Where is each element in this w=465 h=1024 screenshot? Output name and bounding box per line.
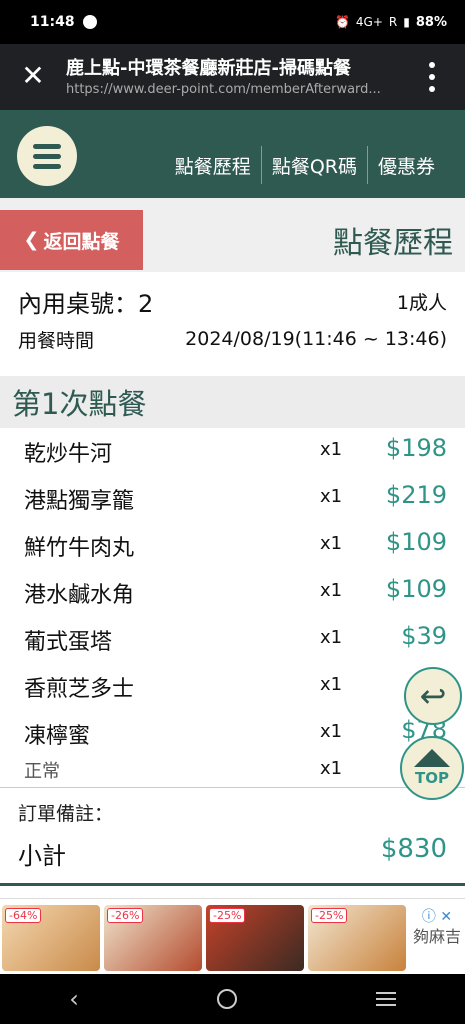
ad-image[interactable]: -25%: [206, 905, 304, 971]
nav-order-history[interactable]: 點餐歷程: [175, 152, 251, 179]
list-item: 港水鹹水角 x1 $109: [0, 569, 465, 616]
list-item: 港點獨享籠 x1 $219: [0, 475, 465, 522]
item-name: 港點獨享籠: [24, 489, 135, 514]
item-name: 凍檸蜜: [24, 724, 91, 749]
list-item: 鮮竹牛肉丸 x1 $109: [0, 522, 465, 569]
list-item: 葡式蛋塔 x1 $39: [0, 616, 465, 663]
network-type: 4G+: [355, 15, 383, 29]
item-qty: x1: [320, 627, 343, 648]
item-price: $39: [401, 622, 447, 650]
item-qty: x1: [320, 580, 343, 601]
item-name: 乾炒牛河: [24, 442, 113, 467]
ad-brand-text: 夠麻吉: [412, 927, 461, 946]
ad-image[interactable]: -26%: [104, 905, 202, 971]
discount-badge: -25%: [209, 908, 246, 923]
ad-image[interactable]: -25%: [308, 905, 406, 971]
item-price: $219: [385, 481, 447, 509]
status-time: 11:48: [30, 14, 75, 30]
item-qty: x1: [320, 486, 343, 507]
discount-badge: -25%: [311, 908, 348, 923]
divider: [0, 787, 465, 788]
item-option-qty: x1: [320, 758, 343, 779]
back-arrow-button[interactable]: ↩: [404, 667, 462, 725]
item-price: $109: [385, 528, 447, 556]
nav-divider: [260, 146, 262, 184]
item-option-note: 正常: [24, 761, 60, 782]
section-divider: [0, 883, 465, 886]
item-qty: x1: [320, 439, 343, 460]
order-item-list: 乾炒牛河 x1 $198 港點獨享籠 x1 $219 鮮竹牛肉丸 x1 $109…: [0, 428, 465, 757]
nav-coupons[interactable]: 優惠券: [378, 152, 435, 179]
item-qty: x1: [320, 721, 343, 742]
nav-order-qr[interactable]: 點餐QR碼: [272, 152, 357, 179]
item-name: 葡式蛋塔: [24, 630, 113, 655]
nav-home-icon[interactable]: [217, 989, 238, 1009]
site-navbar: 點餐歷程 點餐QR碼 優惠券: [0, 110, 465, 198]
item-name: 港水鹹水角: [24, 583, 135, 608]
hamburger-menu-button[interactable]: [17, 126, 77, 186]
subtotal-value: $830: [380, 834, 447, 864]
ad-side-panel[interactable]: ⓘ ✕ 夠麻吉: [412, 907, 462, 967]
list-item: 凍檸蜜 x1 $78: [0, 710, 465, 757]
status-bar: 11:48 ⏰ 4G+ R ▮ 88%: [0, 0, 465, 44]
page-header: ❮ 返回點餐 點餐歷程: [0, 198, 465, 272]
discount-badge: -64%: [5, 908, 42, 923]
item-name: 香煎芝多士: [24, 677, 135, 702]
nav-links: 點餐歷程 點餐QR碼 優惠券: [175, 146, 435, 184]
scroll-top-button[interactable]: TOP: [400, 736, 464, 800]
order-remark-label: 訂單備註：: [18, 803, 114, 825]
item-price: $198: [385, 434, 447, 462]
back-to-order-label: 返回點餐: [43, 230, 120, 253]
item-name: 鮮竹牛肉丸: [24, 536, 135, 561]
browser-toolbar: ✕ 鹿上點-中環茶餐廳新莊店-掃碼點餐 https://www.deer-poi…: [0, 44, 465, 110]
item-qty: x1: [320, 674, 343, 695]
ad-image[interactable]: -64%: [2, 905, 100, 971]
ad-banner[interactable]: -64% -26% -25% -25% ⓘ ✕ 夠麻吉: [0, 898, 465, 974]
list-item: 乾炒牛河 x1 $198: [0, 428, 465, 475]
page-title: 點餐歷程: [333, 226, 453, 261]
subtotal-label: 小計: [18, 842, 66, 870]
scroll-top-label: TOP: [415, 769, 449, 787]
roaming-indicator: R: [388, 15, 398, 29]
ad-info-close-icon[interactable]: ⓘ ✕: [412, 907, 462, 927]
arrow-up-icon: [414, 749, 450, 767]
nav-recents-icon[interactable]: [375, 992, 396, 1006]
undo-arrow-icon: ↩: [419, 677, 447, 715]
item-price: $109: [385, 575, 447, 603]
back-to-order-button[interactable]: ❮ 返回點餐: [0, 210, 143, 270]
alarm-icon: ⏰: [334, 15, 350, 29]
item-qty: x1: [320, 533, 343, 554]
nav-back-icon[interactable]: ‹: [69, 985, 79, 1013]
dining-time-row: 用餐時間 2024/08/19(11:46 ~ 13:46): [0, 324, 465, 354]
dining-time-value: 2024/08/19(11:46 ~ 13:46): [185, 328, 447, 350]
party-size: 1成人: [396, 291, 447, 314]
browser-url[interactable]: https://www.deer-point.com/memberAfterwa…: [66, 82, 406, 97]
dining-time-label: 用餐時間: [18, 329, 95, 352]
chevron-left-icon: ❮: [23, 229, 40, 251]
battery-level: 88%: [415, 14, 447, 30]
order-round-heading: 第1次點餐: [0, 376, 465, 428]
chat-notification-icon: [82, 15, 97, 29]
system-nav-bar: ‹: [0, 974, 465, 1024]
more-options-icon[interactable]: [424, 62, 440, 92]
list-item: 香煎芝多士 x1: [0, 663, 465, 710]
discount-badge: -26%: [107, 908, 144, 923]
browser-title: 鹿上點-中環茶餐廳新莊店-掃碼點餐: [66, 58, 351, 79]
table-number: 內用桌號：2: [18, 289, 154, 318]
nav-divider: [366, 146, 368, 184]
status-icons: ⏰ 4G+ R ▮ 88%: [335, 15, 447, 30]
close-icon[interactable]: ✕: [20, 62, 46, 90]
table-info-row: 內用桌號：2 1成人: [0, 284, 465, 318]
signal-icon: ▮: [403, 15, 410, 29]
